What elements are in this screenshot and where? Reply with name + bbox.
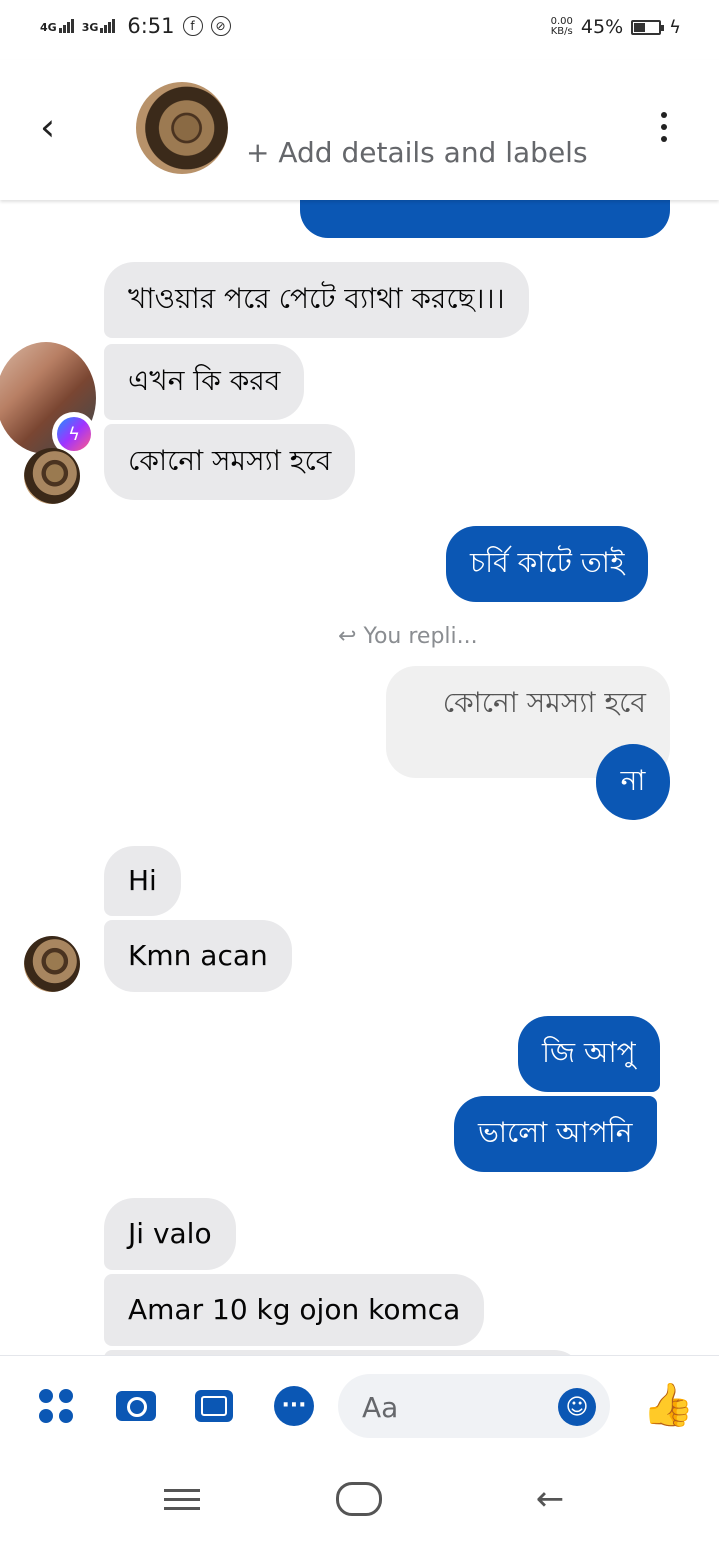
facebook-notification-icon: f (182, 16, 203, 36)
back-chevron-icon[interactable]: ‹ (40, 108, 55, 146)
reply-label: ↩ You repli... (338, 624, 478, 649)
message-bubble-outgoing[interactable]: চর্বি কাটে তাই (446, 526, 649, 602)
contact-avatar[interactable] (136, 82, 228, 174)
emoji-icon[interactable]: ☺ (558, 1388, 596, 1426)
message-bubble-outgoing-cropped[interactable] (300, 200, 670, 238)
message-bubble-outgoing[interactable]: না (596, 744, 670, 820)
signal-3g-icon: 3G (82, 19, 116, 33)
network-type-label-2: 3G (81, 21, 99, 34)
message-list[interactable]: খাওয়ার পরে পেটে ব্যাথা করছে।।। এখন কি ক… (0, 200, 719, 1355)
message-bubble-incoming[interactable]: Kmn acan (104, 920, 292, 992)
message-bubble-incoming[interactable]: এখন কি করব (104, 344, 305, 420)
composer-bar: ··· ☺ 👍 (0, 1355, 719, 1456)
contact-name-redacted[interactable] (246, 84, 466, 100)
chat-bubble-icon[interactable]: ··· (272, 1384, 316, 1428)
home-icon[interactable] (336, 1477, 382, 1521)
sender-avatar[interactable] (24, 448, 80, 504)
battery-icon (631, 19, 665, 35)
battery-percent: 45% (580, 16, 624, 38)
back-arrow-icon[interactable]: ← (528, 1477, 572, 1521)
battery-fill (634, 22, 646, 32)
data-saver-icon: ⊘ (210, 16, 231, 36)
sender-avatar[interactable] (24, 936, 80, 992)
network-type-label: 4G (40, 21, 57, 34)
apps-grid-icon[interactable] (34, 1384, 78, 1428)
status-right: 0.00 KB/s 45% ϟ (551, 16, 681, 38)
network-speed-unit: KB/s (550, 26, 573, 37)
message-bubble-outgoing[interactable]: ভালো আপনি (454, 1096, 657, 1172)
conversation-header: ‹ + Add details and labels (0, 60, 719, 200)
message-bubble-incoming[interactable]: কোনো সমস্যা হবে (104, 424, 356, 500)
message-bubble-incoming[interactable]: Amar 10 kg ojon komca (104, 1274, 485, 1346)
network-speed: 0.00 KB/s (551, 17, 573, 37)
reply-label-text: You repli... (363, 624, 478, 649)
gallery-icon[interactable] (192, 1384, 236, 1428)
status-bar: 4G 3G 6:51 f ⊘ 0.00 KB/s 45% ϟ (0, 0, 719, 60)
message-bubble-incoming[interactable]: Ji valo (104, 1198, 236, 1270)
camera-icon[interactable] (114, 1384, 158, 1428)
more-vertical-icon[interactable] (661, 112, 667, 142)
clock: 6:51 (127, 14, 175, 38)
message-bubble-incoming[interactable]: খাওয়ার পরে পেটে ব্যাথা করছে।।। (104, 262, 529, 338)
system-nav-bar: ← (0, 1455, 719, 1544)
message-input-container[interactable]: ☺ (338, 1374, 610, 1440)
add-details-link[interactable]: + Add details and labels (246, 136, 588, 169)
signal-4g-icon: 4G (40, 19, 74, 33)
recents-menu-icon[interactable] (162, 1477, 202, 1521)
message-bubble-incoming[interactable]: Hi (104, 846, 181, 916)
charging-bolt-icon: ϟ (669, 16, 681, 38)
message-bubble-outgoing[interactable]: জি আপু (518, 1016, 660, 1092)
message-input[interactable] (360, 1374, 554, 1440)
thumbs-up-icon[interactable]: 👍 (642, 1380, 694, 1430)
reply-arrow-icon: ↩ (338, 624, 357, 649)
status-left: 4G 3G 6:51 f ⊘ (40, 14, 231, 38)
